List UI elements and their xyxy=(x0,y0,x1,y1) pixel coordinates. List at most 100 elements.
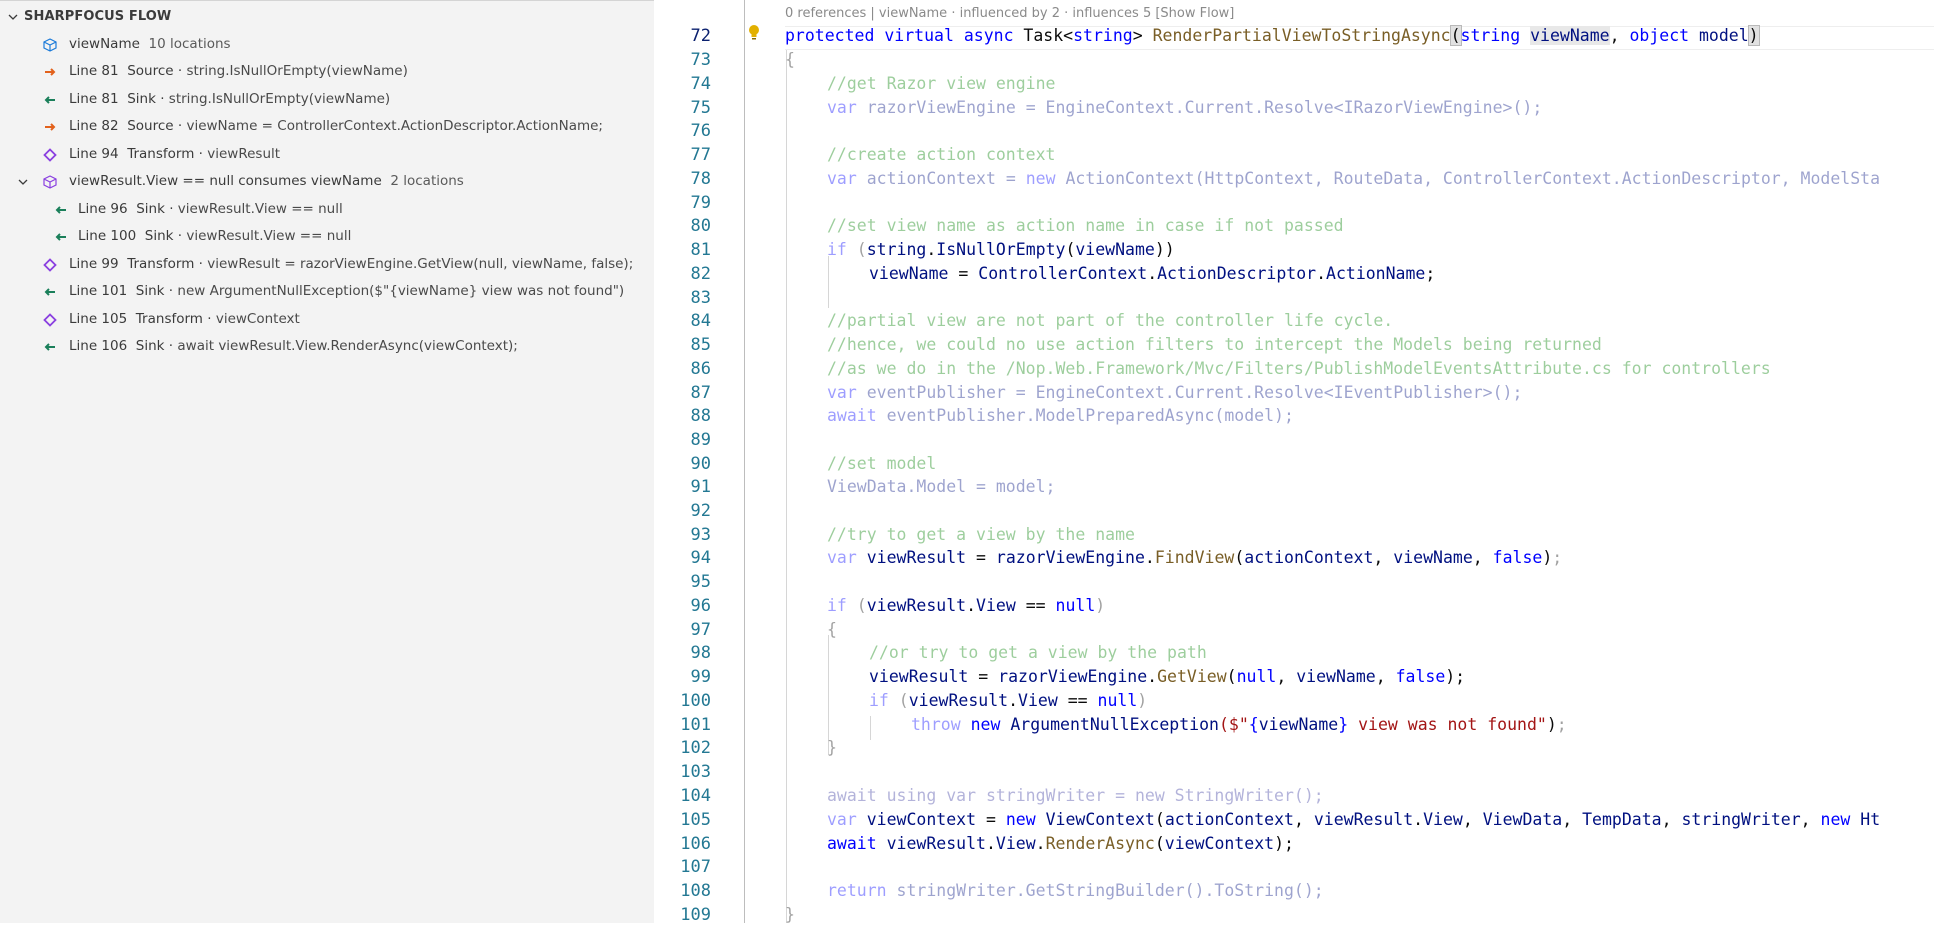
line-number: 104 xyxy=(680,786,711,806)
separator: · xyxy=(169,201,174,217)
line-number: 86 xyxy=(690,359,711,379)
item-kind: Transform xyxy=(127,146,195,162)
flow-group-item[interactable]: Line 96 Sink · viewResult.View == null xyxy=(0,196,654,223)
indent-guide xyxy=(786,50,787,923)
line-number: 96 xyxy=(690,596,711,616)
code-line-94[interactable]: var viewResult = razorViewEngine.FindVie… xyxy=(827,548,1562,567)
code-line-77[interactable]: //create action context xyxy=(827,145,1055,164)
code-line-97[interactable]: { xyxy=(827,620,837,639)
flow-item[interactable]: Line 101 Sink · new ArgumentNullExceptio… xyxy=(0,278,654,305)
code-line-102[interactable]: } xyxy=(827,738,837,757)
flow-group-item[interactable]: Line 100 Sink · viewResult.View == null xyxy=(0,223,654,250)
item-kind: Source xyxy=(127,118,174,134)
code-line-88[interactable]: await eventPublisher.ModelPreparedAsync(… xyxy=(827,406,1294,425)
item-line: Line 105 xyxy=(69,311,128,327)
item-detail: string.IsNullOrEmpty(viewName) xyxy=(186,63,408,79)
code-line-91[interactable]: ViewData.Model = model; xyxy=(827,477,1055,496)
flow-root-viewname[interactable]: viewName 10 locations xyxy=(0,31,654,58)
source-arrow-icon xyxy=(45,123,56,131)
item-kind: Sink xyxy=(144,228,174,244)
line-number: 106 xyxy=(680,834,711,854)
line-number: 81 xyxy=(690,240,711,260)
flow-item[interactable]: Line 99 Transform · viewResult = razorVi… xyxy=(0,251,654,278)
line-number: 83 xyxy=(690,288,711,308)
item-kind: Sink xyxy=(135,283,165,299)
code-line-87[interactable]: var eventPublisher = EngineContext.Curre… xyxy=(827,383,1522,402)
code-line-104[interactable]: await using var stringWriter = new Strin… xyxy=(827,786,1324,805)
item-line: Line 99 xyxy=(69,256,119,272)
line-number: 94 xyxy=(690,548,711,568)
item-line: Line 106 xyxy=(69,338,128,354)
code-line-74[interactable]: //get Razor view engine xyxy=(827,74,1055,93)
item-detail: await viewResult.View.RenderAsync(viewCo… xyxy=(177,338,518,354)
flow-item[interactable]: Line 81 Sink · string.IsNullOrEmpty(view… xyxy=(0,86,654,113)
code-line-78[interactable]: var actionContext = new ActionContext(Ht… xyxy=(827,169,1880,188)
code-line-84[interactable]: //partial view are not part of the contr… xyxy=(827,311,1393,330)
line-number: 95 xyxy=(690,572,711,592)
line-number: 79 xyxy=(690,193,711,213)
code-line-100[interactable]: if (viewResult.View == null) xyxy=(869,691,1147,710)
item-line: Line 82 xyxy=(69,118,119,134)
codelens-hint[interactable]: 0 references | viewName · influenced by … xyxy=(785,6,1234,21)
line-number: 93 xyxy=(690,525,711,545)
panel-header[interactable]: SHARPFOCUS FLOW xyxy=(0,0,654,32)
line-number: 90 xyxy=(690,454,711,474)
item-kind: Transform xyxy=(135,311,203,327)
separator: · xyxy=(168,283,174,299)
separator: · xyxy=(198,256,203,272)
flow-item[interactable]: Line 105 Transform · viewContext xyxy=(0,306,654,333)
chevron-down-icon[interactable] xyxy=(7,11,19,23)
line-number: 77 xyxy=(690,145,711,165)
line-number: 74 xyxy=(690,74,711,94)
line-number: 109 xyxy=(680,905,711,925)
item-line: Line 81 xyxy=(69,91,119,107)
indent-guide xyxy=(828,635,829,755)
flow-item[interactable]: Line 82 Source · viewName = ControllerCo… xyxy=(0,113,654,140)
item-detail: viewResult.View == null xyxy=(186,228,352,244)
code-line-108[interactable]: return stringWriter.GetStringBuilder().T… xyxy=(827,881,1324,900)
symbol-cube-icon xyxy=(43,175,57,189)
code-line-75[interactable]: var razorViewEngine = EngineContext.Curr… xyxy=(827,98,1542,117)
item-kind: Sink xyxy=(127,91,156,107)
item-line: Line 96 xyxy=(78,201,128,217)
panel-title: SHARPFOCUS FLOW xyxy=(24,9,172,24)
item-detail: new ArgumentNullException($"{viewName} v… xyxy=(177,283,625,299)
code-line-81[interactable]: if (string.IsNullOrEmpty(viewName)) xyxy=(827,240,1175,259)
indent-guide xyxy=(828,256,829,308)
code-line-80[interactable]: //set view name as action name in case i… xyxy=(827,216,1344,235)
flow-group[interactable]: viewResult.View == null consumes viewNam… xyxy=(0,168,654,195)
flow-item[interactable]: Line 81 Source · string.IsNullOrEmpty(vi… xyxy=(0,58,654,85)
code-line-106[interactable]: await viewResult.View.RenderAsync(viewCo… xyxy=(827,834,1294,853)
code-line-101[interactable]: throw new ArgumentNullException($"{viewN… xyxy=(911,715,1567,734)
code-line-86[interactable]: //as we do in the /Nop.Web.Framework/Mvc… xyxy=(827,359,1771,378)
transform-diamond-icon xyxy=(43,313,57,327)
line-number: 101 xyxy=(680,715,711,735)
line-number: 100 xyxy=(680,691,711,711)
code-line-98[interactable]: //or try to get a view by the path xyxy=(869,643,1207,662)
code-line-73[interactable]: { xyxy=(785,50,795,69)
code-line-105[interactable]: var viewContext = new ViewContext(action… xyxy=(827,810,1880,829)
line-number: 98 xyxy=(690,643,711,663)
code-line-90[interactable]: //set model xyxy=(827,454,936,473)
item-kind: Sink xyxy=(136,201,165,217)
code-line-109[interactable]: } xyxy=(785,905,795,924)
flow-item[interactable]: Line 106 Sink · await viewResult.View.Re… xyxy=(0,333,654,360)
root-label: viewName xyxy=(69,36,140,52)
item-kind: Transform xyxy=(127,256,195,272)
separator: · xyxy=(177,118,183,134)
flow-item[interactable]: Line 94 Transform · viewResult xyxy=(0,141,654,168)
item-line: Line 81 xyxy=(69,63,119,79)
item-kind: Sink xyxy=(135,338,165,354)
lightbulb-icon[interactable] xyxy=(747,24,761,42)
line-number: 103 xyxy=(680,762,711,782)
code-line-82[interactable]: viewName = ControllerContext.ActionDescr… xyxy=(869,264,1435,283)
code-line-99[interactable]: viewResult = razorViewEngine.GetView(nul… xyxy=(869,667,1465,686)
chevron-down-icon[interactable] xyxy=(17,176,29,188)
line-number: 84 xyxy=(690,311,711,331)
code-line-96[interactable]: if (viewResult.View == null) xyxy=(827,596,1105,615)
item-detail: viewName = ControllerContext.ActionDescr… xyxy=(186,118,603,134)
code-line-93[interactable]: //try to get a view by the name xyxy=(827,525,1135,544)
item-line: Line 101 xyxy=(69,283,128,299)
code-line-72[interactable]: protected virtual async Task<string> Ren… xyxy=(785,25,1760,46)
code-line-85[interactable]: //hence, we could no use action filters … xyxy=(827,335,1602,354)
